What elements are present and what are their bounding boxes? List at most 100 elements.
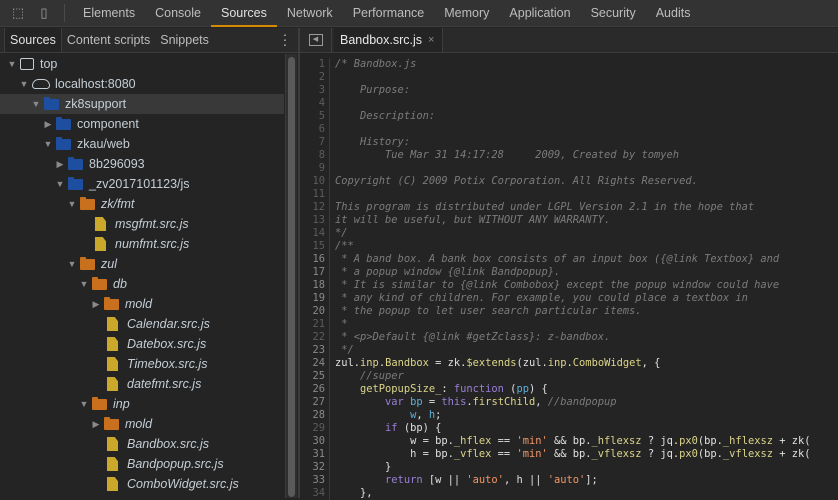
tree-item[interactable]: ▼ zkau/web — [0, 134, 284, 154]
code-line[interactable]: 17 * a popup window {@link Bandpopup}. — [300, 266, 838, 279]
code-line[interactable]: 12 This program is distributed under LGPL… — [300, 201, 838, 214]
tree-item[interactable]: ▶ component — [0, 114, 284, 134]
line-number[interactable]: 6 — [300, 123, 330, 136]
line-number[interactable]: 3 — [300, 84, 330, 97]
scrollbar-thumb[interactable] — [288, 57, 295, 497]
code-line[interactable]: 20 * the popup to let user search partic… — [300, 305, 838, 318]
tab-security[interactable]: Security — [581, 0, 646, 27]
collapsed-arrow-icon[interactable]: ▶ — [42, 119, 54, 130]
code-line[interactable]: 10 Copyright (C) 2009 Potix Corporation. … — [300, 175, 838, 188]
line-number[interactable]: 28 — [300, 409, 330, 422]
expanded-arrow-icon[interactable]: ▼ — [30, 99, 42, 109]
tree-item[interactable]: ComboWidget.src.js — [0, 474, 284, 494]
code-line[interactable]: 16 * A band box. A bank box consists of … — [300, 253, 838, 266]
tree-item[interactable]: Bandbox.src.js — [0, 434, 284, 454]
tree-item[interactable]: ▶ 8b296093 — [0, 154, 284, 174]
line-number[interactable]: 10 — [300, 175, 330, 188]
line-number[interactable]: 31 — [300, 448, 330, 461]
line-number[interactable]: 20 — [300, 305, 330, 318]
tree-item[interactable]: ▼ top — [0, 54, 284, 74]
navigator-tab-snippets[interactable]: Snippets — [155, 28, 214, 52]
expanded-arrow-icon[interactable]: ▼ — [66, 259, 78, 269]
tree-item[interactable]: msgfmt.src.js — [0, 214, 284, 234]
code-line[interactable]: 26 getPopupSize_: function (pp) { — [300, 383, 838, 396]
line-number[interactable]: 30 — [300, 435, 330, 448]
code-line[interactable]: 19 * any kind of children. For example, … — [300, 292, 838, 305]
code-line[interactable]: 15 /** — [300, 240, 838, 253]
tree-scrollbar[interactable] — [285, 54, 297, 498]
line-number[interactable]: 9 — [300, 162, 330, 175]
line-number[interactable]: 14 — [300, 227, 330, 240]
tree-item[interactable]: ▼ db — [0, 274, 284, 294]
line-number[interactable]: 1 — [300, 58, 330, 71]
line-number[interactable]: 27 — [300, 396, 330, 409]
tab-application[interactable]: Application — [499, 0, 580, 27]
code-line[interactable]: 33 return [w || 'auto', h || 'auto']; — [300, 474, 838, 487]
code-line[interactable]: 8 Tue Mar 31 14:17:28 2009, Created by t… — [300, 149, 838, 162]
code-line[interactable]: 30 w = bp._hflex == 'min' && bp._hflexsz… — [300, 435, 838, 448]
code-line[interactable]: 23 */ — [300, 344, 838, 357]
tab-sources[interactable]: Sources — [210, 0, 277, 27]
code-line[interactable]: 28 w, h; — [300, 409, 838, 422]
line-number[interactable]: 21 — [300, 318, 330, 331]
tree-item[interactable]: Bandpopup.src.js — [0, 454, 284, 474]
code-line[interactable]: 25 //super — [300, 370, 838, 383]
collapsed-arrow-icon[interactable]: ▶ — [54, 159, 66, 170]
code-line[interactable]: 14 */ — [300, 227, 838, 240]
line-number[interactable]: 25 — [300, 370, 330, 383]
code-line[interactable]: 4 — [300, 97, 838, 110]
line-number[interactable]: 11 — [300, 188, 330, 201]
line-number[interactable]: 12 — [300, 201, 330, 214]
code-line[interactable]: 32 } — [300, 461, 838, 474]
expanded-arrow-icon[interactable]: ▼ — [54, 179, 66, 189]
code-line[interactable]: 7 History: — [300, 136, 838, 149]
navigator-tab-content-scripts[interactable]: Content scripts — [62, 28, 155, 52]
code-line[interactable]: 27 var bp = this.firstChild, //bandpopup — [300, 396, 838, 409]
toggle-navigator-button[interactable]: ◀ — [300, 28, 332, 52]
code-line[interactable]: 24 zul.inp.Bandbox = zk.$extends(zul.inp.… — [300, 357, 838, 370]
expanded-arrow-icon[interactable]: ▼ — [78, 399, 90, 409]
collapsed-arrow-icon[interactable]: ▶ — [90, 299, 102, 310]
line-number[interactable]: 2 — [300, 71, 330, 84]
expanded-arrow-icon[interactable]: ▼ — [42, 139, 54, 149]
navigator-tab-sources[interactable]: Sources — [4, 28, 62, 52]
code-line[interactable]: 29 if (bp) { — [300, 422, 838, 435]
tab-console[interactable]: Console — [145, 0, 211, 27]
tree-item[interactable]: ▼ zul — [0, 254, 284, 274]
line-number[interactable]: 24 — [300, 357, 330, 370]
tab-elements[interactable]: Elements — [73, 0, 145, 27]
code-line[interactable]: 1 /* Bandbox.js — [300, 58, 838, 71]
tab-bandbox-src-js[interactable]: Bandbox.src.js × — [334, 28, 444, 52]
tree-item[interactable]: ▼ inp — [0, 394, 284, 414]
device-toolbar-icon[interactable]: ▯ — [36, 5, 52, 21]
line-number[interactable]: 29 — [300, 422, 330, 435]
code-line[interactable]: 21 * — [300, 318, 838, 331]
line-number[interactable]: 26 — [300, 383, 330, 396]
tree-item[interactable]: numfmt.src.js — [0, 234, 284, 254]
code-line[interactable]: 22 * <p>Default {@link #getZclass}: z-ba… — [300, 331, 838, 344]
expanded-arrow-icon[interactable]: ▼ — [18, 79, 30, 89]
tab-performance[interactable]: Performance — [343, 0, 435, 27]
tree-item[interactable]: Calendar.src.js — [0, 314, 284, 334]
line-number[interactable]: 17 — [300, 266, 330, 279]
expanded-arrow-icon[interactable]: ▼ — [78, 279, 90, 289]
line-number[interactable]: 7 — [300, 136, 330, 149]
tree-item[interactable]: ▼ localhost:8080 — [0, 74, 284, 94]
tree-item[interactable]: ▼ _zv2017101123/js — [0, 174, 284, 194]
tree-item[interactable]: ▶ mold — [0, 294, 284, 314]
line-number[interactable]: 34 — [300, 487, 330, 500]
tree-item[interactable]: ▼ zk8support — [0, 94, 284, 114]
collapsed-arrow-icon[interactable]: ▶ — [90, 419, 102, 430]
tab-network[interactable]: Network — [277, 0, 343, 27]
line-number[interactable]: 15 — [300, 240, 330, 253]
tree-item[interactable]: Timebox.src.js — [0, 354, 284, 374]
code-line[interactable]: 13 it will be useful, but WITHOUT ANY WAR… — [300, 214, 838, 227]
line-number[interactable]: 5 — [300, 110, 330, 123]
code-line[interactable]: 31 h = bp._vflex == 'min' && bp._vflexsz… — [300, 448, 838, 461]
line-number[interactable]: 8 — [300, 149, 330, 162]
line-number[interactable]: 23 — [300, 344, 330, 357]
tab-memory[interactable]: Memory — [434, 0, 499, 27]
line-number[interactable]: 33 — [300, 474, 330, 487]
line-number[interactable]: 22 — [300, 331, 330, 344]
expanded-arrow-icon[interactable]: ▼ — [66, 199, 78, 209]
